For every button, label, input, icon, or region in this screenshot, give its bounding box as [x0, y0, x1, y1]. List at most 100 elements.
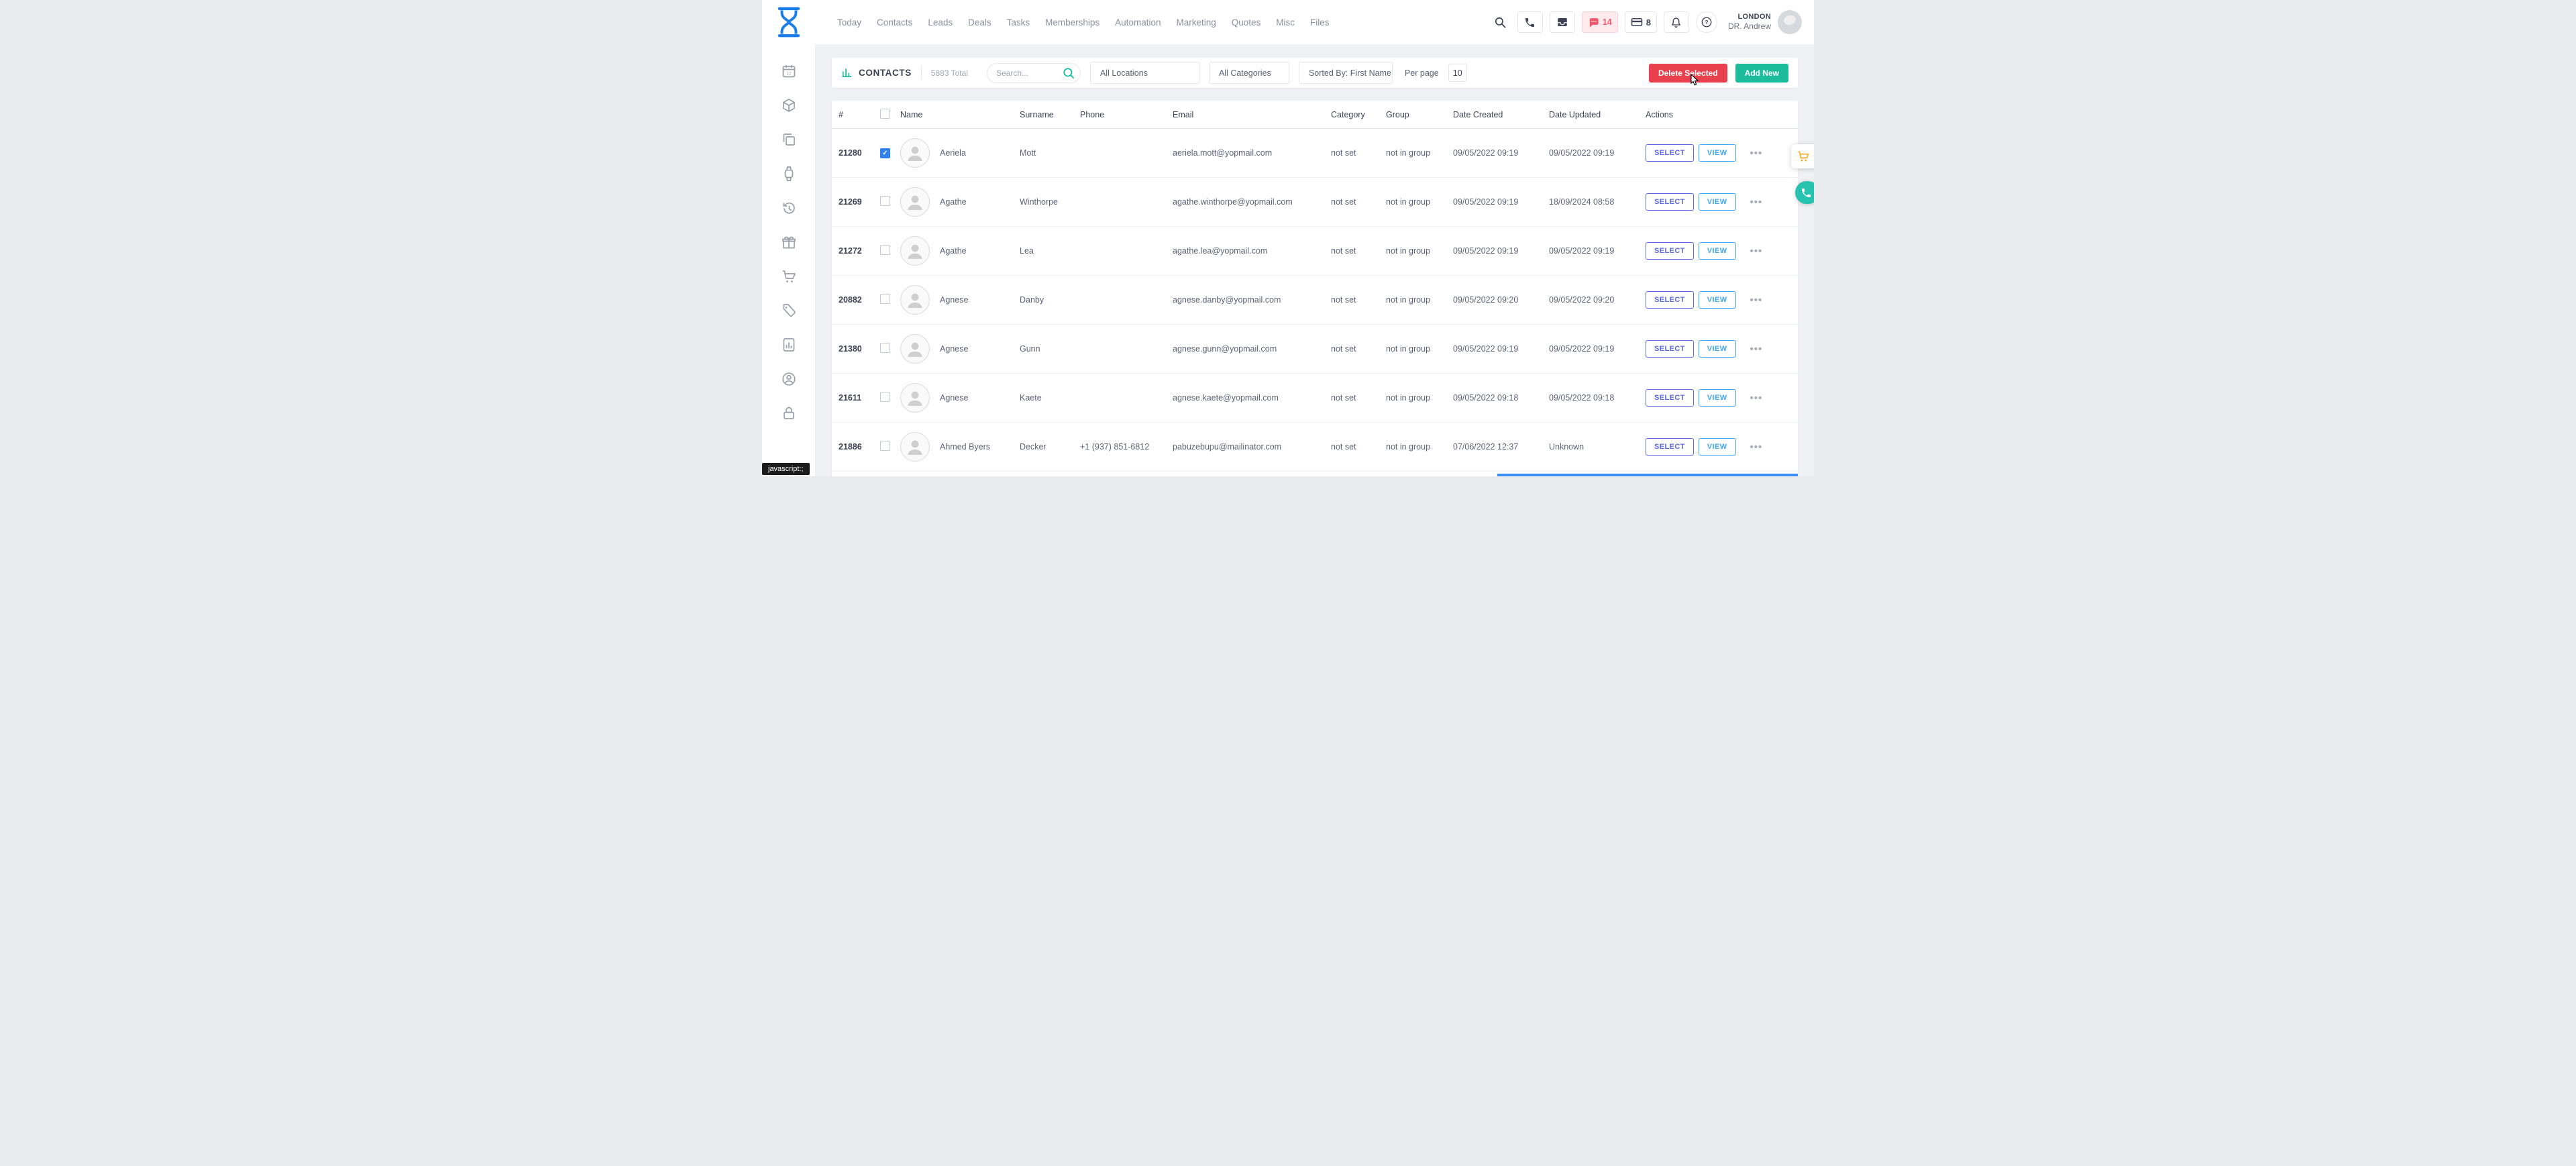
view-button[interactable]: VIEW	[1699, 389, 1736, 407]
contact-group: not in group	[1386, 344, 1453, 354]
floating-phone-widget[interactable]	[1795, 181, 1814, 204]
account-icon[interactable]	[781, 371, 797, 387]
avatar	[900, 138, 930, 168]
contact-date-updated: Unknown	[1549, 442, 1646, 452]
avatar	[900, 236, 930, 266]
watch-icon[interactable]	[781, 166, 797, 182]
gift-icon[interactable]	[781, 234, 797, 250]
contact-name: Agnese	[940, 393, 968, 403]
cart-icon[interactable]	[781, 268, 797, 284]
notifications-button[interactable]	[1664, 11, 1689, 33]
nav-link-contacts[interactable]: Contacts	[877, 17, 912, 28]
categories-filter[interactable]: All Categories	[1209, 62, 1289, 84]
nav-link-memberships[interactable]: Memberships	[1045, 17, 1099, 28]
contact-surname: Mott	[1020, 148, 1080, 158]
bell-icon	[1670, 17, 1682, 28]
svg-text:?: ?	[1705, 19, 1708, 25]
sort-filter[interactable]: Sorted By: First Name	[1299, 62, 1393, 84]
select-button[interactable]: SELECT	[1646, 193, 1694, 211]
calendar-icon[interactable]: 12	[781, 63, 797, 79]
contact-group: not in group	[1386, 442, 1453, 452]
floating-cart-widget[interactable]	[1791, 144, 1814, 168]
nav-link-deals[interactable]: Deals	[968, 17, 991, 28]
per-page-select[interactable]: 10	[1448, 64, 1467, 82]
help-button[interactable]: ?	[1696, 11, 1717, 33]
row-checkbox[interactable]	[880, 392, 890, 402]
nav-link-today[interactable]: Today	[837, 17, 861, 28]
row-more-icon[interactable]: •••	[1750, 148, 1763, 159]
row-checkbox[interactable]	[880, 245, 890, 255]
add-new-button[interactable]: Add New	[1735, 64, 1788, 83]
inbox-icon	[1556, 16, 1568, 28]
view-button[interactable]: VIEW	[1699, 242, 1736, 260]
categories-filter-label: All Categories	[1219, 68, 1271, 78]
chat-button[interactable]: 14	[1582, 11, 1618, 33]
contact-surname: Lea	[1020, 246, 1080, 256]
view-button[interactable]: VIEW	[1699, 438, 1736, 456]
search-go-icon[interactable]	[1063, 67, 1075, 79]
table-row: 20882 Agnese Danby agnese.danby@yopmail.…	[832, 276, 1798, 325]
table-row: 21280 Aeriela Mott aeriela.mott@yopmail.…	[832, 129, 1798, 178]
row-checkbox[interactable]	[880, 441, 890, 451]
topbar-actions: 14 8 ? LONDON DR. Andrew	[1491, 10, 1814, 34]
nav-link-automation[interactable]: Automation	[1115, 17, 1161, 28]
row-more-icon[interactable]: •••	[1750, 197, 1763, 208]
row-checkbox[interactable]	[880, 148, 890, 158]
chat-icon	[1588, 17, 1599, 28]
inbox-button[interactable]	[1550, 11, 1575, 33]
row-more-icon[interactable]: •••	[1750, 295, 1763, 306]
user-info[interactable]: LONDON DR. Andrew	[1728, 13, 1771, 32]
avatar	[900, 432, 930, 462]
nav-link-files[interactable]: Files	[1310, 17, 1330, 28]
contact-id: 21611	[839, 393, 880, 403]
select-button[interactable]: SELECT	[1646, 340, 1694, 358]
locations-filter[interactable]: All Locations	[1090, 62, 1199, 84]
select-button[interactable]: SELECT	[1646, 144, 1694, 162]
nav-link-misc[interactable]: Misc	[1276, 17, 1295, 28]
contact-group: not in group	[1386, 148, 1453, 158]
row-checkbox[interactable]	[880, 294, 890, 304]
row-more-icon[interactable]: •••	[1750, 246, 1763, 257]
row-more-icon[interactable]: •••	[1750, 392, 1763, 404]
select-button[interactable]: SELECT	[1646, 242, 1694, 260]
table-row: 21886 Ahmed Byers Decker +1 (937) 851-68…	[832, 423, 1798, 472]
copy-icon[interactable]	[781, 131, 797, 148]
row-checkbox[interactable]	[880, 196, 890, 206]
select-button[interactable]: SELECT	[1646, 438, 1694, 456]
select-all-checkbox[interactable]	[880, 109, 890, 119]
contact-name: Agathe	[940, 246, 967, 256]
table-header-row: # Name Surname Phone Email Category Grou…	[832, 101, 1798, 129]
nav-link-marketing[interactable]: Marketing	[1176, 17, 1216, 28]
cart-icon	[1796, 150, 1810, 163]
phone-button[interactable]	[1517, 11, 1543, 33]
nav-link-quotes[interactable]: Quotes	[1232, 17, 1261, 28]
view-button[interactable]: VIEW	[1699, 193, 1736, 211]
row-more-icon[interactable]: •••	[1750, 441, 1763, 453]
tag-icon[interactable]	[781, 303, 797, 319]
nav-link-leads[interactable]: Leads	[928, 17, 953, 28]
view-button[interactable]: VIEW	[1699, 340, 1736, 358]
contact-id: 21272	[839, 246, 880, 256]
select-button[interactable]: SELECT	[1646, 389, 1694, 407]
locations-filter-label: All Locations	[1100, 68, 1148, 78]
contact-date-created: 09/05/2022 09:19	[1453, 148, 1549, 158]
view-button[interactable]: VIEW	[1699, 144, 1736, 162]
user-avatar[interactable]	[1778, 10, 1802, 34]
row-checkbox[interactable]	[880, 343, 890, 353]
view-button[interactable]: VIEW	[1699, 291, 1736, 309]
card-button[interactable]: 8	[1625, 11, 1657, 33]
app-screen: Today Contacts Leads Deals Tasks Memberships A…	[762, 0, 1814, 476]
app-logo[interactable]	[762, 7, 816, 38]
search-icon[interactable]	[1491, 12, 1511, 32]
contact-date-updated: 09/05/2022 09:19	[1549, 246, 1646, 256]
table-row: 21611 Agnese Kaete agnese.kaete@yopmail.…	[832, 374, 1798, 423]
history-icon[interactable]	[781, 200, 797, 216]
package-icon[interactable]	[781, 97, 797, 113]
lock-icon[interactable]	[781, 405, 797, 421]
row-more-icon[interactable]: •••	[1750, 343, 1763, 355]
delete-selected-button[interactable]: Delete Selected	[1649, 64, 1727, 83]
contact-category: not set	[1331, 197, 1386, 207]
report-icon[interactable]	[781, 337, 797, 353]
select-button[interactable]: SELECT	[1646, 291, 1694, 309]
nav-link-tasks[interactable]: Tasks	[1007, 17, 1030, 28]
